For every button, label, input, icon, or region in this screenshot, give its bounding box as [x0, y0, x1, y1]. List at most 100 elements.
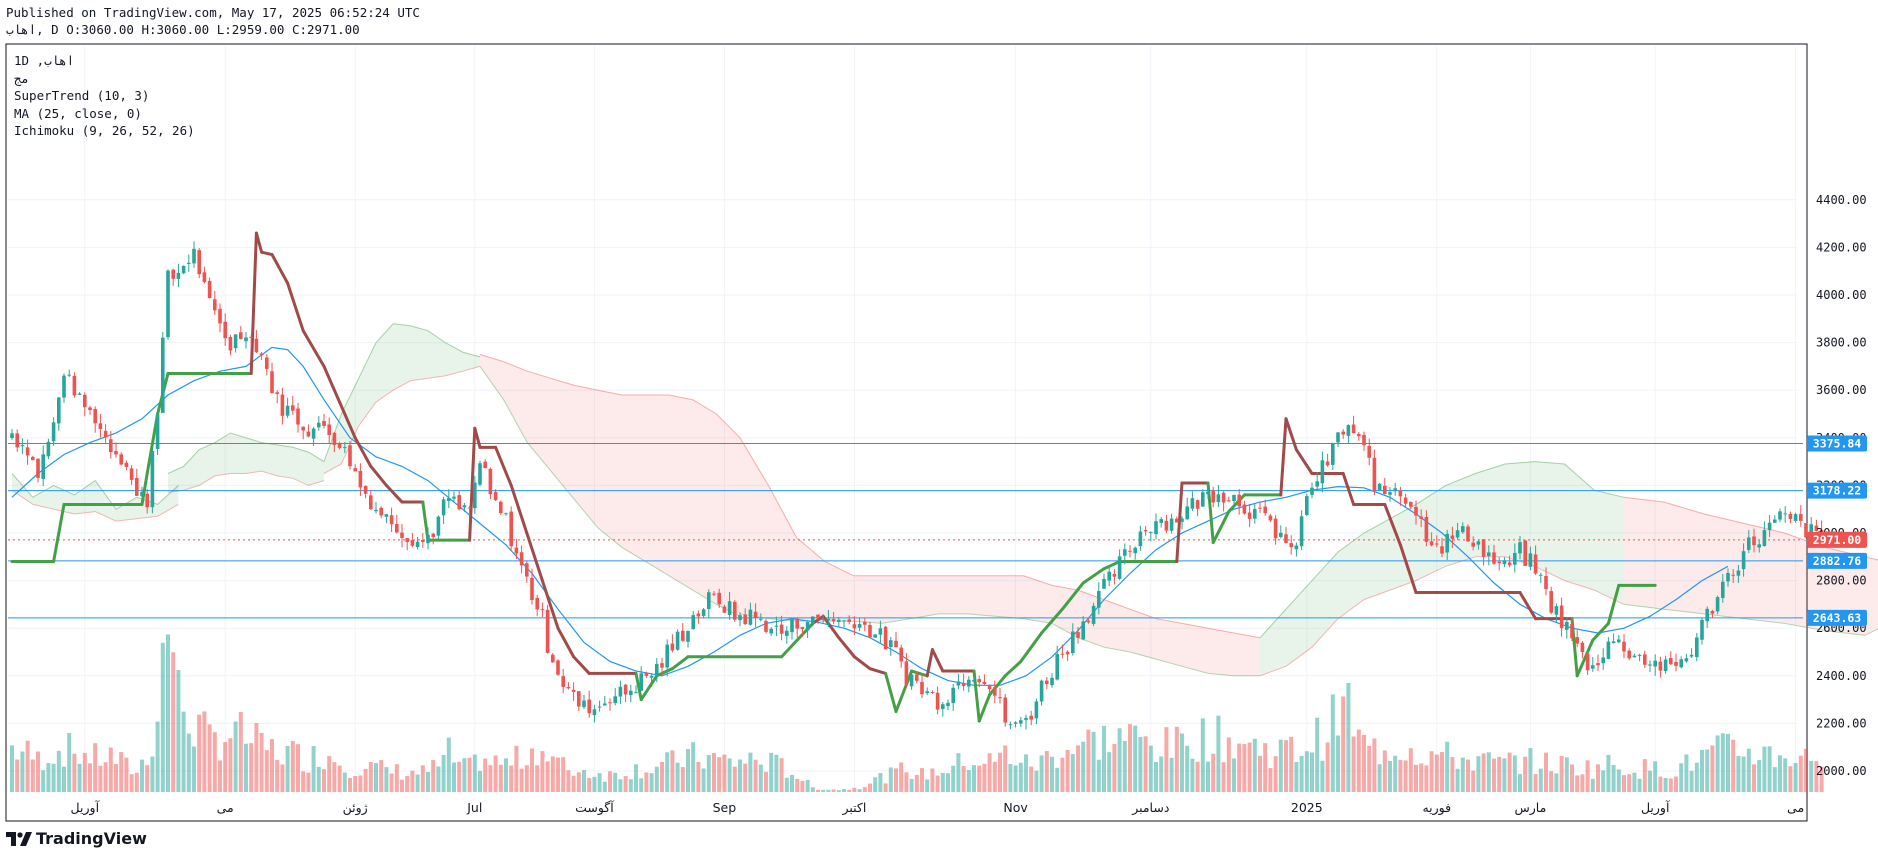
volume-bar: [1076, 745, 1080, 792]
candle-body: [691, 615, 695, 630]
candle-body: [1627, 650, 1631, 659]
candle: [46, 438, 51, 460]
volume-bar: [561, 757, 566, 792]
candle: [873, 634, 877, 638]
volume-bar: [1720, 733, 1725, 792]
volume-bar: [1419, 763, 1424, 792]
volume-bar: [1200, 718, 1205, 792]
candle-body: [686, 630, 690, 642]
volume-bar: [888, 767, 893, 792]
candle: [1143, 526, 1148, 536]
volume-bar: [1346, 682, 1351, 792]
candle-body: [1185, 506, 1189, 520]
candle-body: [925, 691, 929, 694]
supertrend-segment: [384, 483, 404, 504]
candle-body: [1705, 608, 1709, 622]
candle-body: [181, 265, 186, 274]
candle: [509, 506, 513, 552]
candle: [535, 594, 539, 617]
legend-indicator-ma[interactable]: MA (25, close, 0): [14, 105, 195, 123]
candle-body: [655, 663, 659, 676]
volume-bar: [1772, 767, 1777, 792]
volume-bar: [852, 787, 857, 792]
volume-bars: [10, 634, 1824, 792]
candle: [556, 659, 560, 676]
volume-bar: [1091, 731, 1096, 792]
legend-indicator-ichimoku[interactable]: Ichimoku (9, 26, 52, 26): [14, 122, 195, 140]
supertrend-segment: [837, 636, 856, 659]
candle: [1019, 716, 1023, 728]
volume-bar: [1616, 769, 1621, 792]
candle-body: [681, 630, 685, 641]
candle-body: [1773, 519, 1777, 523]
candle-body: [62, 375, 66, 398]
volume-bar: [654, 766, 659, 792]
volume-bar: [1460, 757, 1465, 792]
candle-body: [447, 498, 451, 501]
candle-body: [1097, 591, 1101, 608]
candle: [998, 687, 1002, 704]
volume-bar: [530, 748, 534, 792]
chart-frame: [5, 43, 1808, 822]
candle-body: [1242, 504, 1247, 514]
candle-body: [1071, 631, 1075, 654]
tradingview-brand[interactable]: TradingView: [6, 829, 147, 848]
cloud-segment: [1260, 504, 1416, 676]
price-tick: 2000.00: [1816, 764, 1867, 778]
candle-body: [1159, 519, 1163, 523]
volume-bar: [717, 757, 722, 792]
candle: [275, 390, 279, 404]
candle-body: [207, 280, 212, 299]
candle-body: [915, 674, 919, 681]
candle: [1663, 655, 1668, 674]
candle-body: [1227, 500, 1231, 502]
candle-body: [1767, 522, 1772, 531]
volume-bar: [935, 775, 940, 792]
candle-body: [618, 686, 623, 697]
candle: [1700, 618, 1704, 645]
candle-body: [1013, 722, 1018, 724]
time-tick: آوریل: [71, 800, 100, 816]
grid: [8, 46, 1797, 793]
candle-body: [1357, 433, 1361, 437]
candle-body: [1414, 506, 1418, 516]
candle: [400, 524, 404, 548]
candle: [270, 362, 274, 394]
volume-bar: [1668, 778, 1673, 792]
candle: [1237, 488, 1241, 515]
candle: [67, 369, 71, 377]
volume-bar: [181, 711, 186, 792]
candle: [1190, 491, 1195, 512]
candle-body: [1112, 573, 1117, 577]
legend-indicator-supertrend[interactable]: SuperTrend (10, 3): [14, 87, 195, 105]
volume-bar: [608, 771, 612, 792]
price-badge-label: 3375.84: [1813, 437, 1862, 451]
candle-body: [660, 663, 664, 668]
volume-bar: [592, 776, 597, 792]
volume-bar: [1533, 774, 1538, 792]
candle-body: [67, 374, 71, 376]
supertrend-segment: [1003, 660, 1023, 678]
candle-body: [1372, 457, 1377, 491]
candle: [1294, 542, 1299, 557]
volume-bar: [290, 741, 295, 792]
candle: [114, 442, 118, 458]
volume-bar: [862, 787, 867, 792]
candle: [363, 485, 368, 499]
volume-bar: [779, 758, 784, 792]
volume-bar: [571, 775, 576, 792]
candle: [1211, 486, 1215, 508]
price-tick: 4000.00: [1816, 288, 1867, 302]
candle-body: [1268, 515, 1273, 521]
candle-body: [946, 702, 950, 707]
time-tick: اکتبر: [841, 800, 866, 816]
candle-body: [889, 640, 893, 648]
candle: [353, 464, 357, 472]
candle: [1591, 657, 1595, 672]
price-chart[interactable]: 2000.002200.002400.002600.002800.003000.…: [0, 0, 1878, 858]
candle: [561, 668, 565, 694]
candle: [618, 680, 623, 704]
candle-body: [1060, 653, 1065, 655]
candle: [1128, 544, 1132, 558]
volume-bar: [1018, 762, 1023, 792]
